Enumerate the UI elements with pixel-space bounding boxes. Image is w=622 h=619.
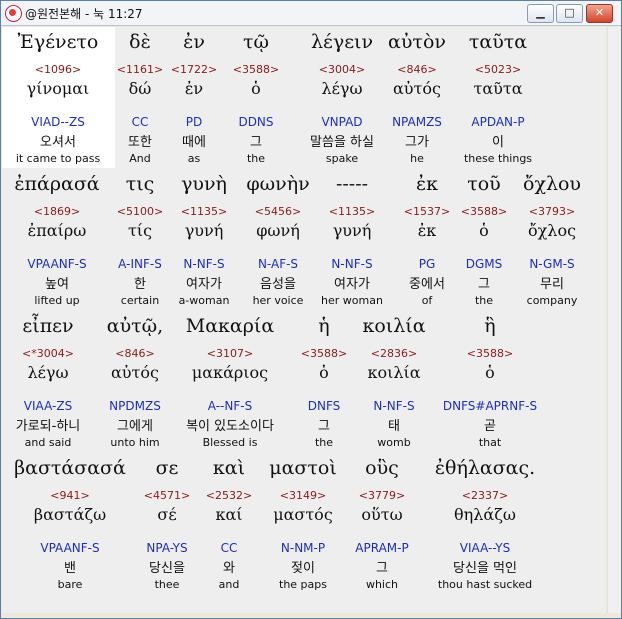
lemma[interactable]: ταῦτα <box>438 79 558 98</box>
minimize-button[interactable]: ▁ <box>527 4 554 23</box>
app-window: @원전본해 - 눅 11:27 ▁ □ ✕ Ἐγένετο <1096> γίνομ… <box>0 0 622 619</box>
close-button[interactable]: ✕ <box>586 4 613 23</box>
greek-word[interactable]: ἣ <box>430 315 550 337</box>
title-bar[interactable]: @원전본해 - 눅 11:27 ▁ □ ✕ <box>1 1 621 26</box>
greek-word[interactable]: ὄχλου <box>492 173 612 195</box>
strongs-number[interactable]: <5023> <box>438 63 558 76</box>
strongs-number[interactable]: <3779> <box>322 489 442 502</box>
strongs-number[interactable]: <2337> <box>425 489 545 502</box>
interlinear-panel: Ἐγένετο <1096> γίνομαι VIAD--ZS 오셔서 it came t… <box>2 27 606 613</box>
english-gloss[interactable]: these things <box>438 152 558 165</box>
lemma[interactable]: θηλάζω <box>425 505 545 524</box>
vertical-scrollbar[interactable] <box>607 27 621 613</box>
parsing-code[interactable]: N-GM-S <box>492 257 612 271</box>
greek-word[interactable]: ταῦτα <box>438 31 558 53</box>
english-gloss[interactable]: thou hast sucked <box>425 578 545 591</box>
maximize-button[interactable]: □ <box>556 4 583 23</box>
parsing-code[interactable]: VIAA--YS <box>425 541 545 555</box>
korean-gloss[interactable]: 곧 <box>430 415 550 434</box>
strongs-number[interactable]: <3588> <box>430 347 550 360</box>
korean-gloss[interactable]: 당신을 먹인 <box>425 557 545 576</box>
lemma[interactable]: ὁ <box>430 363 550 382</box>
lemma[interactable]: ὄχλος <box>492 221 612 240</box>
korean-gloss[interactable]: 이 <box>438 131 558 150</box>
lemma[interactable]: οὕτω <box>322 505 442 524</box>
english-gloss[interactable]: which <box>322 578 442 591</box>
greek-word[interactable]: οὓς <box>322 457 442 479</box>
parsing-code[interactable]: APDAN-P <box>438 115 558 129</box>
parsing-code[interactable]: DNFS#APRNF-S <box>430 399 550 413</box>
parsing-code[interactable]: APRAM-P <box>322 541 442 555</box>
greek-word[interactable]: ἐθήλασας. <box>425 457 545 479</box>
english-gloss[interactable]: company <box>492 294 612 307</box>
app-icon <box>5 5 22 22</box>
window-title: @원전본해 - 눅 11:27 <box>25 7 143 21</box>
korean-gloss[interactable]: 무리 <box>492 273 612 292</box>
korean-gloss[interactable]: 그 <box>322 557 442 576</box>
english-gloss[interactable]: that <box>430 436 550 449</box>
strongs-number[interactable]: <3793> <box>492 205 612 218</box>
